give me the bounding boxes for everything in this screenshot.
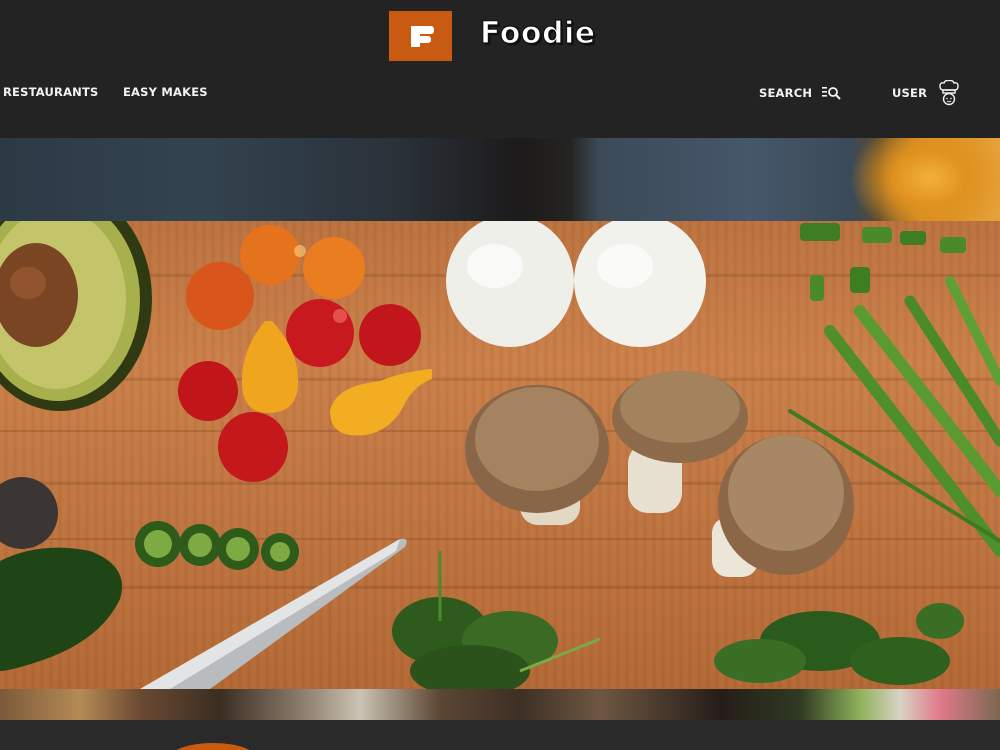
- search-label: SEARCH: [759, 86, 813, 100]
- user-button[interactable]: USER: [892, 78, 959, 108]
- cherry-tomatoes: [178, 225, 432, 482]
- cutting-board-illustration: [0, 221, 1000, 689]
- nav-easy-makes[interactable]: EASY MAKES: [123, 85, 208, 99]
- eggs: [446, 221, 706, 347]
- search-icon: [822, 87, 841, 100]
- nav-restaurants[interactable]: RESTAURANTS: [3, 85, 99, 99]
- page: Foodie RESTAURANTS EASY MAKES SEARCH USE…: [0, 0, 1000, 750]
- chef-hat-icon: [939, 80, 959, 106]
- hero-image: [0, 221, 1000, 689]
- logo-mark[interactable]: [389, 11, 452, 61]
- brand-name[interactable]: Foodie: [479, 14, 595, 54]
- avocado-icon: [0, 221, 152, 411]
- mushrooms: [465, 371, 854, 577]
- leafy-greens: [392, 551, 964, 689]
- hero-bottom-strip: [0, 689, 1000, 720]
- user-label: USER: [892, 86, 928, 100]
- hero-top-strip: [0, 138, 1000, 221]
- content-section: [0, 720, 1000, 750]
- site-header: Foodie RESTAURANTS EASY MAKES SEARCH USE…: [0, 0, 1000, 138]
- logo-f-icon: [410, 26, 434, 47]
- search-button[interactable]: SEARCH: [759, 82, 842, 104]
